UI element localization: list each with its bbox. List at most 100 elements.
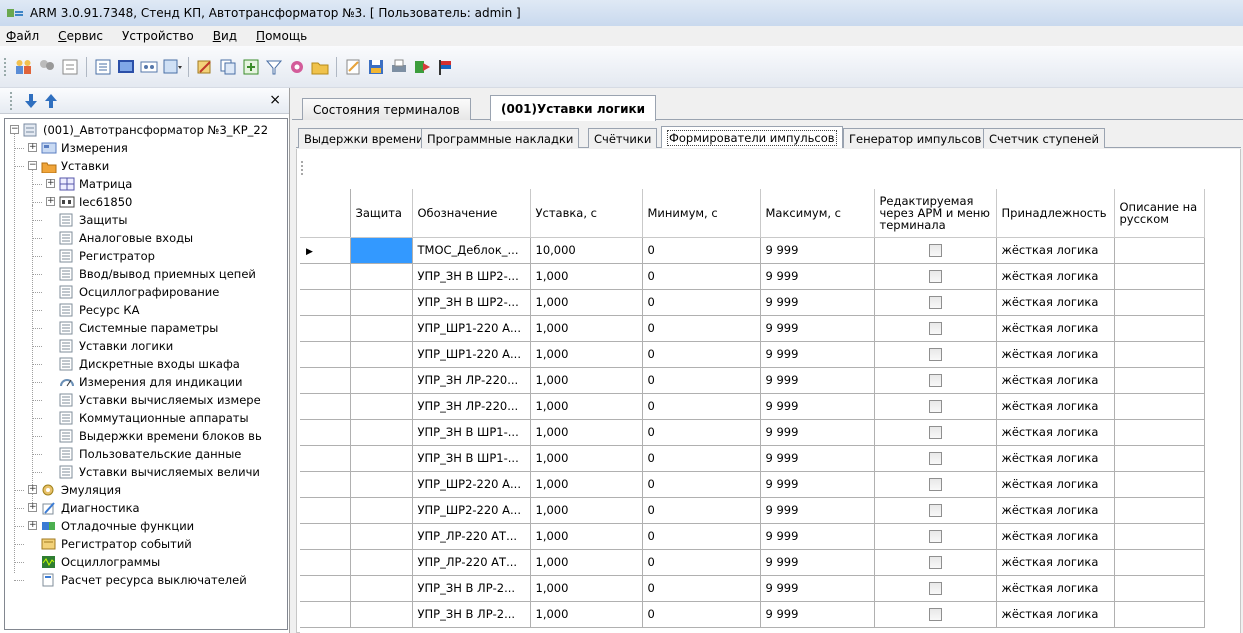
table-cell[interactable]: 0 (642, 419, 761, 446)
row-header[interactable] (300, 315, 351, 342)
subtab-delays[interactable]: Выдержки времени (298, 128, 430, 148)
editable-checkbox-cell[interactable] (874, 523, 997, 550)
column-header[interactable]: Максимум, с (760, 189, 875, 238)
checkbox[interactable] (928, 582, 942, 595)
checkbox[interactable] (928, 452, 942, 465)
tree-item[interactable]: Ресурс КА (59, 301, 139, 319)
table-cell[interactable]: жёсткая логика (996, 497, 1115, 524)
table-cell[interactable]: жёсткая логика (996, 315, 1115, 342)
table-cell[interactable]: 0 (642, 393, 761, 420)
table-cell[interactable]: жёсткая логика (996, 523, 1115, 550)
tree-item[interactable]: Защиты (59, 211, 128, 229)
row-header[interactable] (300, 289, 351, 316)
table-cell[interactable]: жёсткая логика (996, 263, 1115, 290)
table-row[interactable]: УПР_ЗН В ШР1-... 1,000 0 9 999 жёсткая логик… (300, 419, 1205, 446)
tree-item[interactable]: Уставки вычисляемых измере (59, 391, 261, 409)
row-header[interactable] (300, 445, 351, 472)
table-cell[interactable]: 9 999 (760, 601, 875, 628)
table-cell[interactable]: 0 (642, 601, 761, 628)
editable-checkbox-cell[interactable] (874, 393, 997, 420)
editable-checkbox-cell[interactable] (874, 601, 997, 628)
editable-checkbox-cell[interactable] (874, 471, 997, 498)
tree-item[interactable]: Пользовательские данные (59, 445, 241, 463)
table-row[interactable]: ▶ ТМОС_Деблок_... 10,000 0 9 999 жёсткая логи… (300, 237, 1205, 264)
editable-checkbox-cell[interactable] (874, 341, 997, 368)
tree-item[interactable]: Расчет ресурса выключателей (41, 571, 247, 589)
properties-icon[interactable] (60, 57, 80, 77)
tab-terminal-states[interactable]: Состояния терминалов (302, 98, 471, 120)
table-cell[interactable]: УПР_ЛР-220 АТ... (412, 549, 531, 576)
expand-icon[interactable]: + (28, 143, 37, 152)
table-cell[interactable]: жёсткая логика (996, 419, 1115, 446)
table-cell[interactable]: 9 999 (760, 549, 875, 576)
table-row[interactable]: УПР_ЗН В ШР2-... 1,000 0 9 999 жёсткая логик… (300, 289, 1205, 316)
table-cell[interactable]: жёсткая логика (996, 575, 1115, 602)
table-cell[interactable]: 0 (642, 523, 761, 550)
checkbox[interactable] (928, 322, 942, 335)
tree-item[interactable]: Уставки (41, 157, 109, 175)
tree-item[interactable]: Аналоговые входы (59, 229, 193, 247)
subtab-counters[interactable]: Счётчики (588, 128, 658, 148)
tree-item[interactable]: Отладочные функции (41, 517, 194, 535)
tree-item[interactable]: Ввод/вывод приемных цепей (59, 265, 256, 283)
menu-item-4[interactable]: Помощь (256, 29, 307, 43)
table-cell[interactable]: 0 (642, 341, 761, 368)
table-cell[interactable] (1114, 549, 1205, 576)
table-cell[interactable]: 1,000 (530, 471, 643, 498)
table-cell[interactable]: жёсткая логика (996, 367, 1115, 394)
table-cell[interactable]: 1,000 (530, 445, 643, 472)
table-cell[interactable] (350, 523, 413, 550)
expand-icon[interactable]: + (46, 179, 55, 188)
table-cell[interactable]: 9 999 (760, 445, 875, 472)
table-cell[interactable]: 9 999 (760, 575, 875, 602)
editable-checkbox-cell[interactable] (874, 263, 997, 290)
tree-item[interactable]: Дискретные входы шкафа (59, 355, 240, 373)
table-cell[interactable]: УПР_ШР1-220 А... (412, 341, 531, 368)
table-row[interactable]: УПР_ЗН ЛР-220... 1,000 0 9 999 жёсткая логик… (300, 367, 1205, 394)
table-row[interactable]: УПР_ЗН В ШР2-... 1,000 0 9 999 жёсткая логик… (300, 263, 1205, 290)
table-cell[interactable]: 0 (642, 289, 761, 316)
table-cell[interactable] (1114, 237, 1205, 264)
table-cell[interactable] (1114, 575, 1205, 602)
table-cell[interactable]: жёсткая логика (996, 341, 1115, 368)
table-cell[interactable]: 1,000 (530, 393, 643, 420)
table-cell[interactable]: УПР_ЛР-220 АТ... (412, 523, 531, 550)
table-cell[interactable]: УПР_ШР2-220 А... (412, 497, 531, 524)
screen-icon[interactable] (116, 57, 136, 77)
table-row[interactable]: УПР_ЗН ЛР-220... 1,000 0 9 999 жёсткая логик… (300, 393, 1205, 420)
table-cell[interactable] (350, 419, 413, 446)
column-header[interactable]: Описание на русском (1114, 189, 1205, 238)
table-row[interactable]: УПР_ШР2-220 А... 1,000 0 9 999 жёсткая логик… (300, 497, 1205, 524)
table-cell[interactable] (350, 497, 413, 524)
table-row[interactable]: УПР_ЛР-220 АТ... 1,000 0 9 999 жёсткая логик… (300, 549, 1205, 576)
table-cell[interactable]: 1,000 (530, 601, 643, 628)
table-cell[interactable]: 9 999 (760, 367, 875, 394)
checkbox[interactable] (928, 556, 942, 569)
checkbox[interactable] (928, 504, 942, 517)
checkbox[interactable] (928, 348, 942, 361)
table-cell[interactable]: 9 999 (760, 341, 875, 368)
table-cell[interactable]: жёсткая логика (996, 445, 1115, 472)
table-row[interactable]: УПР_ЗН В ШР1-... 1,000 0 9 999 жёсткая логик… (300, 445, 1205, 472)
row-header[interactable] (300, 393, 351, 420)
column-header[interactable]: Принадлежность (996, 189, 1115, 238)
table-cell[interactable] (350, 315, 413, 342)
table-row[interactable]: УПР_ШР1-220 А... 1,000 0 9 999 жёсткая логик… (300, 341, 1205, 368)
checkbox[interactable] (928, 426, 942, 439)
arrow-up-icon[interactable] (45, 93, 57, 108)
tree-item[interactable]: Регистратор событий (41, 535, 192, 553)
editable-checkbox-cell[interactable] (874, 289, 997, 316)
table-cell[interactable]: УПР_ЗН ЛР-220... (412, 367, 531, 394)
tree-item[interactable]: Эмуляция (41, 481, 121, 499)
table-cell[interactable] (1114, 471, 1205, 498)
table-cell[interactable]: 9 999 (760, 315, 875, 342)
tree-item[interactable]: Осциллограммы (41, 553, 160, 571)
table-cell[interactable]: УПР_ШР2-220 А... (412, 471, 531, 498)
subtab-pulse-shapers[interactable]: Формирователи импульсов (661, 126, 843, 148)
table-cell[interactable]: 0 (642, 263, 761, 290)
table-cell[interactable]: УПР_ЗН В ШР2-... (412, 263, 531, 290)
checkbox[interactable] (928, 374, 942, 387)
editable-checkbox-cell[interactable] (874, 315, 997, 342)
settings-icon[interactable] (287, 57, 307, 77)
table-cell[interactable]: 9 999 (760, 419, 875, 446)
